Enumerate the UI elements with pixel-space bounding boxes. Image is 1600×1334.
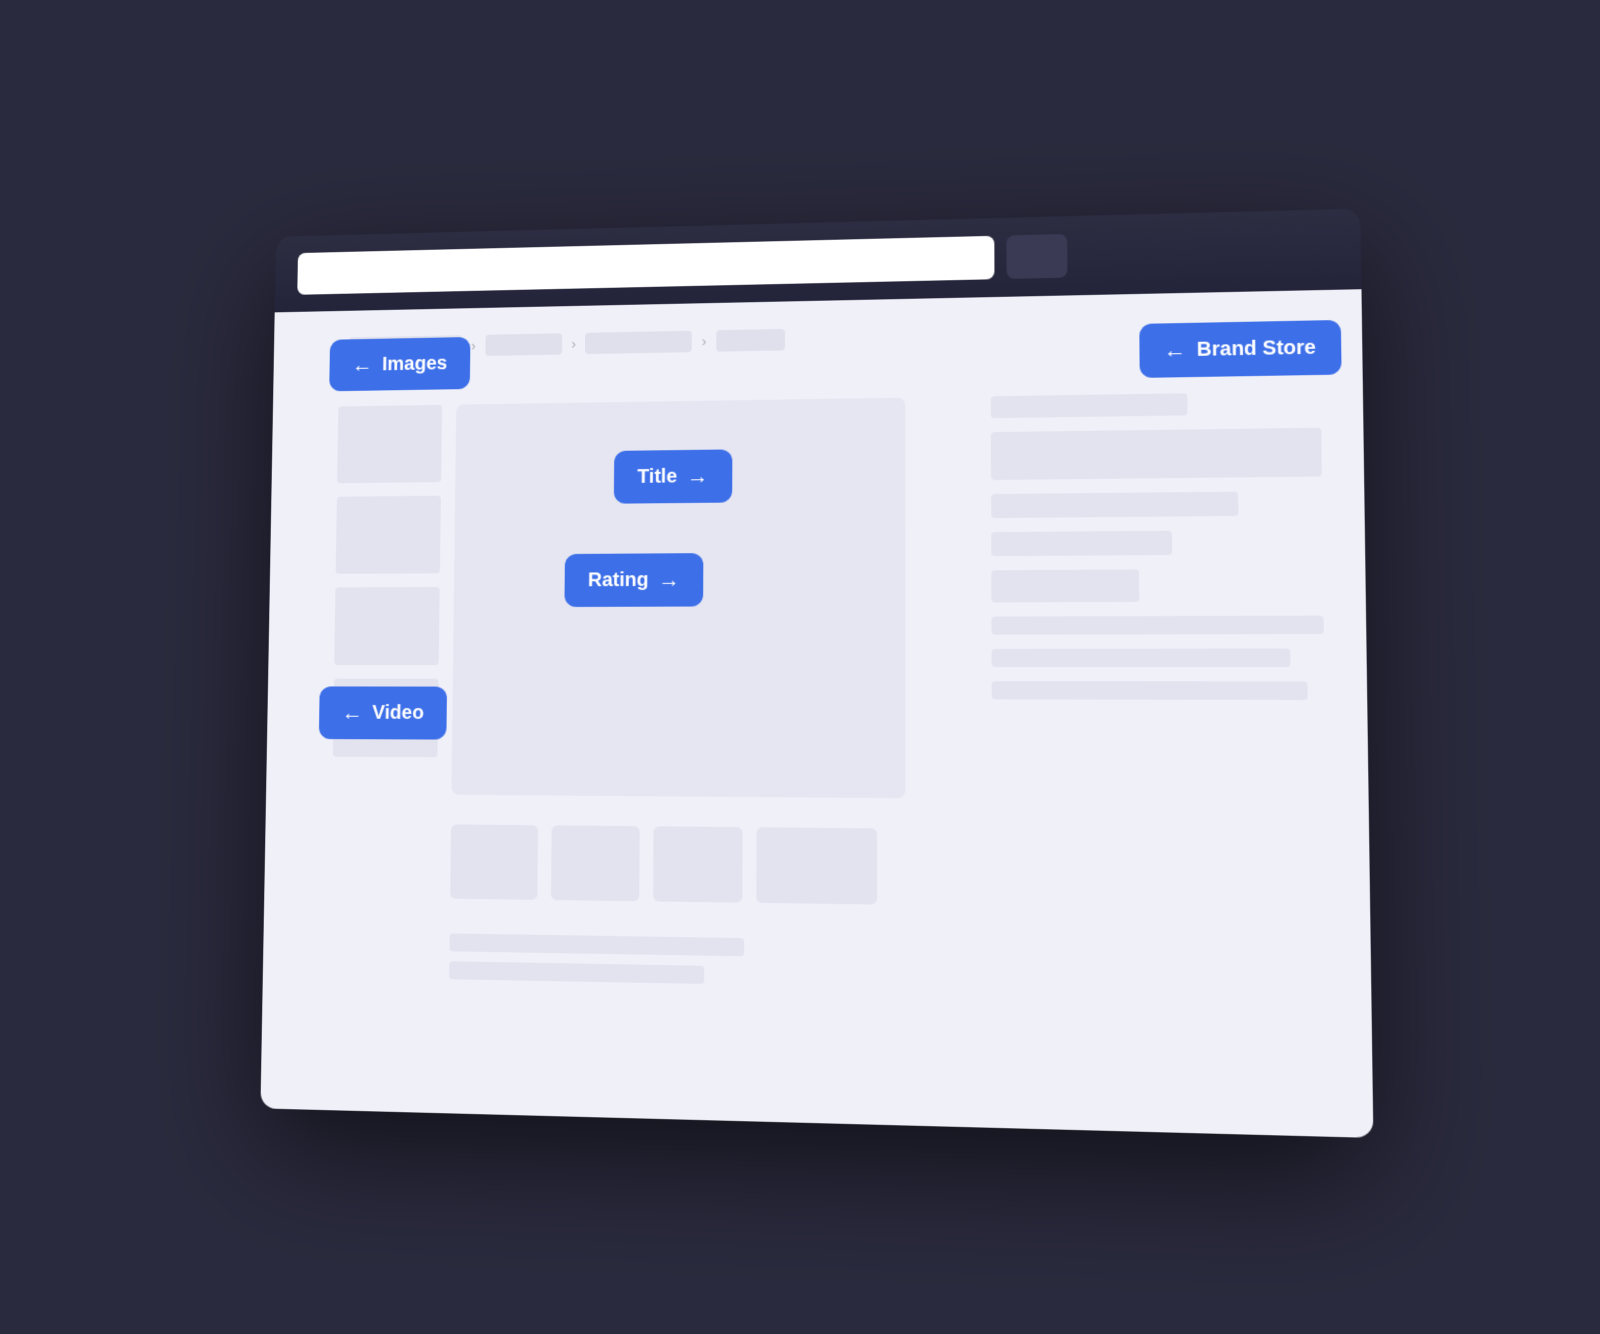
bottom-thumb-1 (450, 824, 538, 899)
rating-button-label: Rating (588, 569, 649, 592)
brand-store-annotation-button[interactable]: ← Brand Store (1139, 320, 1342, 378)
bottom-thumb-4 (756, 827, 877, 904)
brand-store-left-arrow-icon: ← (1164, 337, 1187, 363)
bottom-thumbnails (450, 824, 877, 904)
description-line-2 (992, 649, 1291, 667)
bottom-line-2 (449, 961, 704, 984)
description-line-3 (992, 681, 1308, 700)
video-annotation-button[interactable]: ← Video (319, 686, 447, 739)
rating-annotation-button[interactable]: Rating → (564, 553, 703, 607)
rating-skeleton (991, 531, 1172, 556)
title-right-arrow-icon: → (687, 463, 709, 489)
brand-store-button-label: Brand Store (1197, 336, 1317, 361)
video-button-label: Video (372, 702, 424, 725)
page-overlay: ← Images ← Brand Store Title → Rating → … (260, 289, 1373, 1138)
thumb-2 (336, 496, 441, 574)
product-subtitle-skeleton (991, 492, 1238, 518)
title-button-label: Title (637, 465, 677, 488)
browser-window: › › › (260, 209, 1373, 1138)
header-button[interactable] (1006, 234, 1067, 279)
bottom-thumb-3 (653, 826, 743, 902)
bottom-line-1 (449, 933, 744, 956)
product-info-column (991, 391, 1325, 700)
price-skeleton (991, 569, 1139, 602)
product-title-skeleton (991, 428, 1322, 480)
left-arrow-icon: ← (352, 352, 373, 377)
thumb-1 (337, 405, 442, 483)
title-annotation-button[interactable]: Title → (614, 449, 732, 503)
images-annotation-button[interactable]: ← Images (329, 337, 470, 391)
browser-content: › › › (260, 289, 1373, 1138)
search-bar[interactable] (297, 236, 994, 295)
thumb-3 (334, 587, 440, 665)
video-left-arrow-icon: ← (342, 700, 363, 725)
description-line-1 (991, 616, 1323, 635)
rating-right-arrow-icon: → (658, 567, 680, 593)
brand-link (991, 393, 1188, 418)
bottom-text-area (449, 933, 744, 984)
bottom-thumb-2 (551, 825, 640, 901)
images-button-label: Images (382, 352, 447, 375)
